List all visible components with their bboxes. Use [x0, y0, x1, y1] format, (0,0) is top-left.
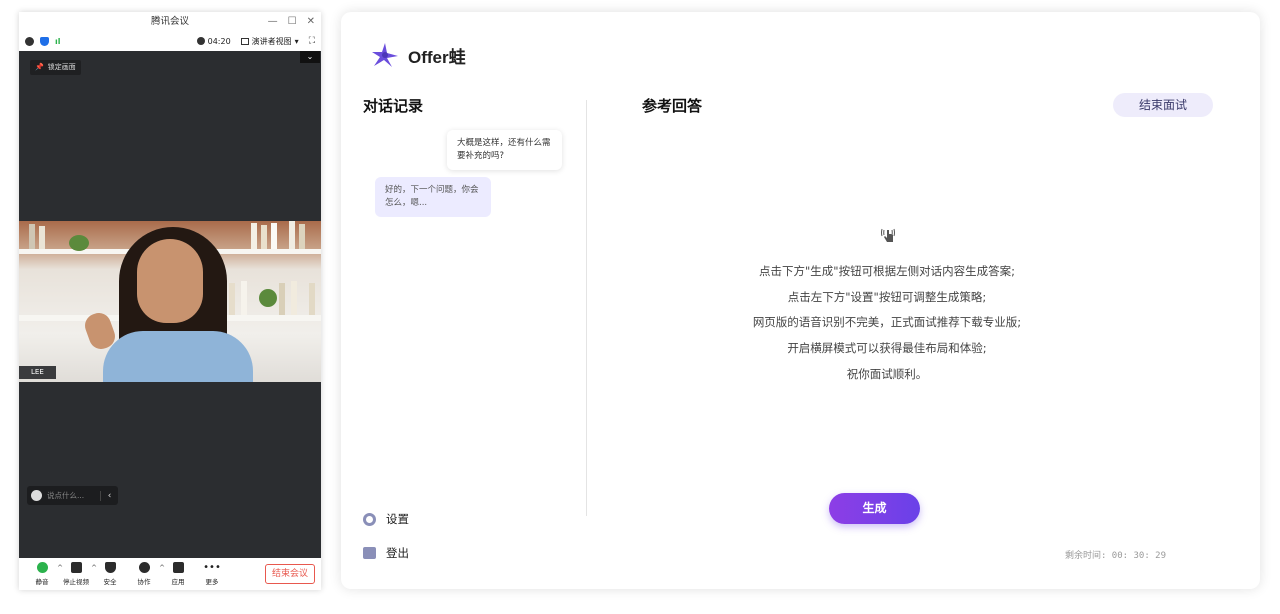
chat-bubble-interviewee: 大概是这样，还有什么需要补充的吗?: [447, 130, 562, 170]
pin-icon: 📌: [35, 63, 44, 71]
plant: [259, 289, 277, 307]
close-icon[interactable]: ✕: [307, 12, 315, 31]
apps-button[interactable]: 应用: [161, 562, 195, 586]
shield-icon: [104, 562, 116, 573]
logout-icon: [363, 547, 376, 559]
hint-text: 点击下方"生成"按钮可根据左侧对话内容生成答案; 点击左下方"设置"按钮可调整生…: [587, 259, 1187, 387]
meeting-status-bar: ıl 04:20 演讲者视图 ▾ ⛶: [19, 31, 321, 51]
settings-button[interactable]: 设置: [363, 511, 409, 527]
mic-icon: [36, 562, 48, 573]
video-area: 📌 锁定画面 ⌄ LEE 说点什么... ‹: [19, 51, 321, 558]
view-icon: [240, 37, 249, 45]
remaining-time: 剩余时间: 00: 30: 29: [1064, 551, 1166, 561]
more-button[interactable]: ••• 更多: [195, 562, 229, 586]
hint-line: 点击左下方"设置"按钮可调整生成策略;: [787, 289, 987, 304]
chat-bubble-interviewer: 好的，下一个问题，你会怎么，嗯...: [375, 177, 491, 217]
collab-button[interactable]: 协作 ^: [127, 562, 165, 586]
tap-hand-icon: [881, 228, 895, 242]
meeting-window: 腾讯会议 — ☐ ✕ ıl 04:20 演讲者视图 ▾ ⛶ �: [19, 12, 321, 590]
video-icon: [70, 562, 82, 573]
meeting-window-title: 腾讯会议: [150, 16, 189, 27]
end-meeting-button[interactable]: 结束会议: [264, 564, 315, 584]
end-interview-button[interactable]: 结束面试: [1113, 93, 1213, 117]
signal-icon[interactable]: ıl: [55, 37, 60, 46]
participant-video[interactable]: LEE: [19, 221, 321, 382]
shield-icon[interactable]: [40, 36, 49, 46]
logout-button[interactable]: 登出: [363, 545, 409, 561]
chat-input-placeholder[interactable]: 说点什么...: [47, 490, 84, 501]
window-controls: — ☐ ✕: [268, 12, 315, 31]
info-icon[interactable]: [25, 36, 34, 46]
hint-line: 点击下方"生成"按钮可根据左侧对话内容生成答案;: [759, 264, 1015, 278]
meeting-toolbar: 静音 ^ 停止视频 ^ 安全 协作 ^ 应用 ••• 更多 结束会议: [19, 558, 321, 590]
clock-icon: [196, 37, 205, 45]
maximize-icon[interactable]: ☐: [288, 12, 297, 31]
hint-line: 网页版的语音识别不完美，正式面试推荐下载专业版;: [752, 315, 1022, 330]
more-icon: •••: [203, 562, 221, 573]
minimize-icon[interactable]: —: [268, 12, 278, 31]
hint-line: 祝你面试顺利。: [846, 366, 928, 381]
hint-line: 开启横屏模式可以获得最佳布局和体验;: [787, 341, 987, 356]
brand-logo: Offer蛙: [370, 41, 466, 69]
stop-video-button[interactable]: 停止视频 ^: [59, 562, 97, 586]
view-mode-button[interactable]: 演讲者视图 ▾: [240, 36, 299, 47]
frog-logo-icon: [372, 43, 398, 67]
participant-name-tag: LEE: [19, 366, 56, 379]
lock-view-button[interactable]: 📌 锁定画面: [30, 60, 81, 75]
app-panel: Offer蛙 对话记录 参考回答 结束面试 大概是这样，还有什么需要补充的吗? …: [341, 12, 1260, 589]
chevron-down-icon: ▾: [294, 36, 299, 46]
gear-icon: [363, 512, 376, 526]
generate-button[interactable]: 生成: [829, 493, 920, 524]
conversation-title: 对话记录: [363, 97, 424, 115]
participant-shirt: [103, 331, 253, 382]
plant: [69, 235, 89, 251]
emoji-icon[interactable]: [31, 490, 42, 501]
mute-button[interactable]: 静音 ^: [25, 562, 63, 586]
brand-name: Offer蛙: [408, 47, 466, 67]
apps-icon: [172, 562, 184, 573]
participant-face: [137, 239, 203, 323]
chat-input-bar[interactable]: 说点什么... ‹: [27, 486, 118, 505]
collapse-panel-button[interactable]: ⌄: [300, 51, 320, 63]
meeting-titlebar: 腾讯会议 — ☐ ✕: [19, 12, 321, 31]
answer-title: 参考回答: [642, 97, 703, 115]
meeting-timer: 04:20: [196, 37, 231, 46]
fullscreen-icon[interactable]: ⛶: [309, 36, 315, 46]
security-button[interactable]: 安全: [93, 562, 127, 586]
collab-icon: [138, 562, 150, 573]
chevron-left-icon[interactable]: ‹: [100, 490, 118, 501]
